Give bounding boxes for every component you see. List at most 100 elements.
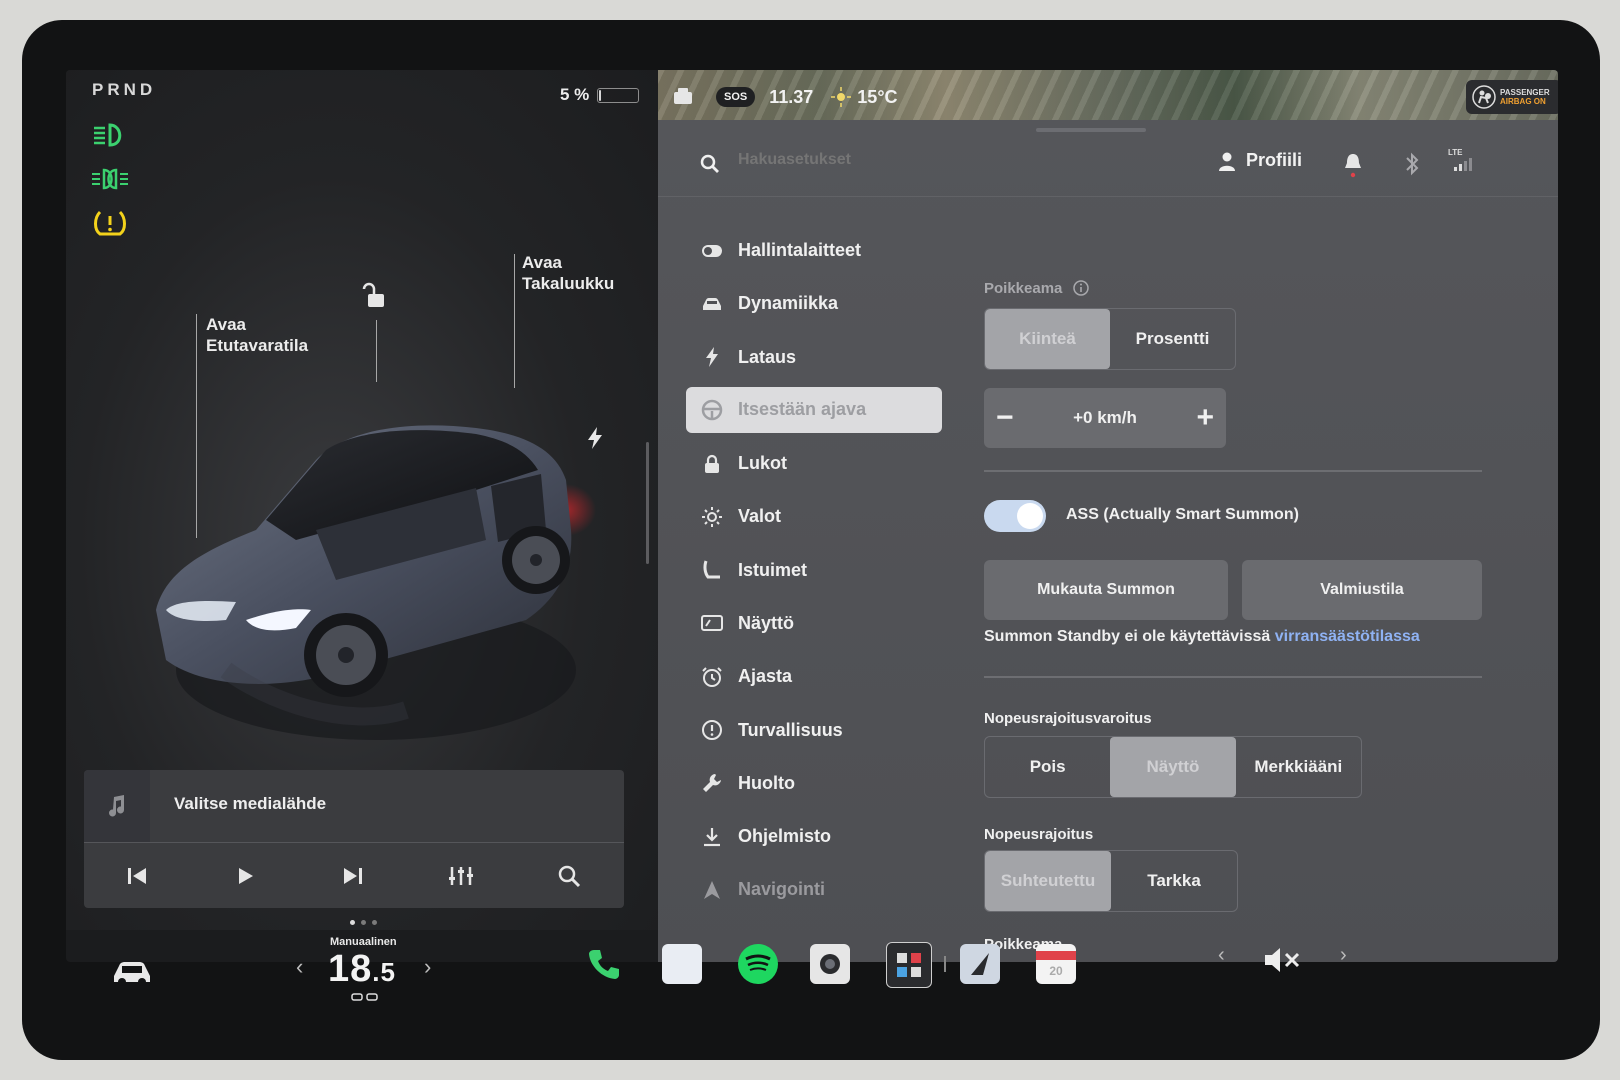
speed-warning-option[interactable]: Merkkiääni [1236, 737, 1361, 797]
previous-track-icon[interactable] [122, 861, 152, 891]
next-track-icon[interactable] [338, 861, 368, 891]
sidebar-item-steering-wheel[interactable]: Itsestään ajava [686, 386, 942, 433]
battery-icon [597, 87, 640, 103]
calendar-app-icon[interactable]: 20 [1036, 944, 1076, 984]
info-icon[interactable] [1072, 280, 1089, 296]
profile-label: Profiili [1246, 150, 1303, 170]
sidebar-item-wrench[interactable]: Huolto [686, 757, 942, 810]
toggle-knob [1017, 503, 1043, 529]
settings-search-input[interactable] [736, 150, 1000, 170]
lte-signal-icon: LTE [1448, 148, 1488, 174]
airbag-text-line1: PASSENGER [1500, 88, 1550, 97]
summon-toggle[interactable] [984, 500, 1046, 532]
notification-bell-icon[interactable] [1344, 152, 1362, 178]
sidebar-item-display[interactable]: Näyttö [686, 597, 942, 650]
sidebar-item-lock[interactable]: Lukot [686, 437, 942, 490]
customize-summon-button[interactable]: Mukauta Summon [984, 560, 1228, 620]
outside-temperature: 15°C [857, 86, 898, 107]
sidebar-item-bolt[interactable]: Lataus [686, 331, 942, 384]
car-pane-scrollbar[interactable] [646, 442, 649, 564]
speed-limit-option[interactable]: Tarkka [1111, 851, 1237, 911]
camera-app-icon[interactable] [810, 944, 850, 984]
toybox-app-icon[interactable] [886, 942, 932, 988]
play-icon[interactable] [230, 861, 260, 891]
passenger-airbag-indicator: PASSENGER AIRBAG ON [1466, 80, 1558, 114]
calendar-day: 20 [1049, 963, 1063, 978]
speed-warning-label: Nopeusrajoitusvaroitus [984, 710, 1152, 727]
bluetooth-icon[interactable] [1404, 152, 1420, 176]
settings-sidebar: Hallintalaitteet Dynamiikka Lataus Itsestää… [686, 224, 942, 917]
temp-down-icon[interactable]: ‹ [296, 954, 303, 980]
media-search-icon[interactable] [554, 861, 584, 891]
wrench-icon [686, 772, 738, 794]
sidebar-item-car[interactable]: Dynamiikka [686, 277, 942, 330]
front-trunk-label-line2: Etutavaratila [206, 336, 309, 355]
sidebar-item-label: Näyttö [738, 612, 795, 633]
blank-app-icon[interactable] [662, 944, 702, 984]
increase-icon[interactable]: + [1196, 403, 1214, 433]
media-source-row[interactable]: Valitse medialähde [84, 770, 624, 843]
media-source-title: Valitse medialähde [174, 794, 327, 813]
settings-panel: Profiili LTE Hallintalaitteet Dynamiikka L… [658, 120, 1558, 962]
vehicle-image [156, 425, 596, 740]
profile-button[interactable]: Profiili [1218, 150, 1302, 171]
navigation-icon [686, 880, 738, 900]
sidebar-item-label: Istuimet [738, 559, 808, 580]
sidebar-item-seat[interactable]: Istuimet [686, 543, 942, 596]
speed-warning-option[interactable]: Pois [985, 737, 1110, 797]
headlight-icon [94, 123, 122, 147]
spotify-icon[interactable] [738, 944, 778, 984]
cabin-temperature[interactable]: 18.5 [328, 948, 396, 991]
sidebar-item-toggle[interactable]: Hallintalaitteet [686, 224, 942, 277]
sidebar-item-alert[interactable]: Turvallisuus [686, 703, 942, 756]
phone-app-icon[interactable] [584, 944, 624, 984]
offset-mode-option[interactable]: Prosentti [1110, 309, 1235, 369]
sun-weather-icon [831, 87, 852, 107]
page-dots [350, 920, 377, 925]
standby-button[interactable]: Valmiustila [1242, 560, 1482, 620]
car-icon[interactable] [110, 958, 154, 986]
battery-fill [599, 89, 602, 101]
sidebar-item-label: Lataus [738, 346, 797, 367]
rear-trunk-label-line1: Avaa [522, 253, 563, 272]
equalizer-icon[interactable] [446, 861, 476, 891]
speed-limit-label: Nopeusrajoitus [984, 826, 1094, 843]
navigation-app-icon[interactable] [960, 944, 1000, 984]
sidebar-item-label: Dynamiikka [738, 293, 839, 314]
toggle-icon [686, 244, 738, 258]
status-bar: SOS 11.37 15°C [672, 70, 898, 124]
rear-trunk-label-line2: Takaluukku [522, 274, 615, 293]
speed-warning-option[interactable]: Näyttö [1110, 737, 1236, 797]
decrease-icon[interactable]: − [996, 403, 1014, 433]
rear-trunk-label[interactable]: Avaa Takaluukku [522, 252, 614, 294]
sos-button[interactable]: SOS [716, 87, 756, 107]
sidebar-item-label: Ohjelmisto [738, 826, 832, 847]
offset-value: +0 km/h [1073, 408, 1137, 427]
tire-pressure-warning-icon [94, 210, 126, 236]
front-trunk-label[interactable]: Avaa Etutavaratila [206, 314, 308, 356]
sidebar-item-alarm[interactable]: Ajasta [686, 650, 942, 703]
sidebar-item-sun[interactable]: Valot [686, 490, 942, 543]
touchscreen: PRND 5 % Avaa Etutavaratila Avaa Takaluu… [66, 70, 1558, 962]
sidebar-item-label: Huolto [738, 772, 795, 793]
section-divider [984, 470, 1482, 472]
sidebar-item-navigation[interactable]: Navigointi [686, 863, 942, 916]
lte-label: LTE [1448, 148, 1463, 157]
drag-handle[interactable] [1036, 128, 1146, 132]
bolt-icon [686, 346, 738, 368]
music-note-icon [84, 770, 150, 842]
page-dot [372, 920, 377, 925]
volume-up-icon[interactable]: › [1340, 944, 1347, 967]
sidebar-item-download[interactable]: Ohjelmisto [686, 810, 942, 863]
temp-up-icon[interactable]: › [424, 954, 431, 980]
unlock-icon[interactable] [362, 282, 388, 310]
speed-limit-option[interactable]: Suhteutettu [985, 851, 1111, 911]
volume-down-icon[interactable]: ‹ [1218, 944, 1225, 967]
sidebar-item-label: Lukot [738, 453, 787, 474]
sidebar-item-label: Turvallisuus [738, 719, 843, 740]
steering-wheel-icon [686, 399, 738, 421]
power-saving-link[interactable]: virransäästötilassa [1275, 628, 1420, 645]
volume-muted-icon[interactable] [1262, 946, 1302, 974]
clock: 11.37 [769, 86, 814, 107]
offset-mode-option[interactable]: Kiinteä [985, 309, 1110, 369]
